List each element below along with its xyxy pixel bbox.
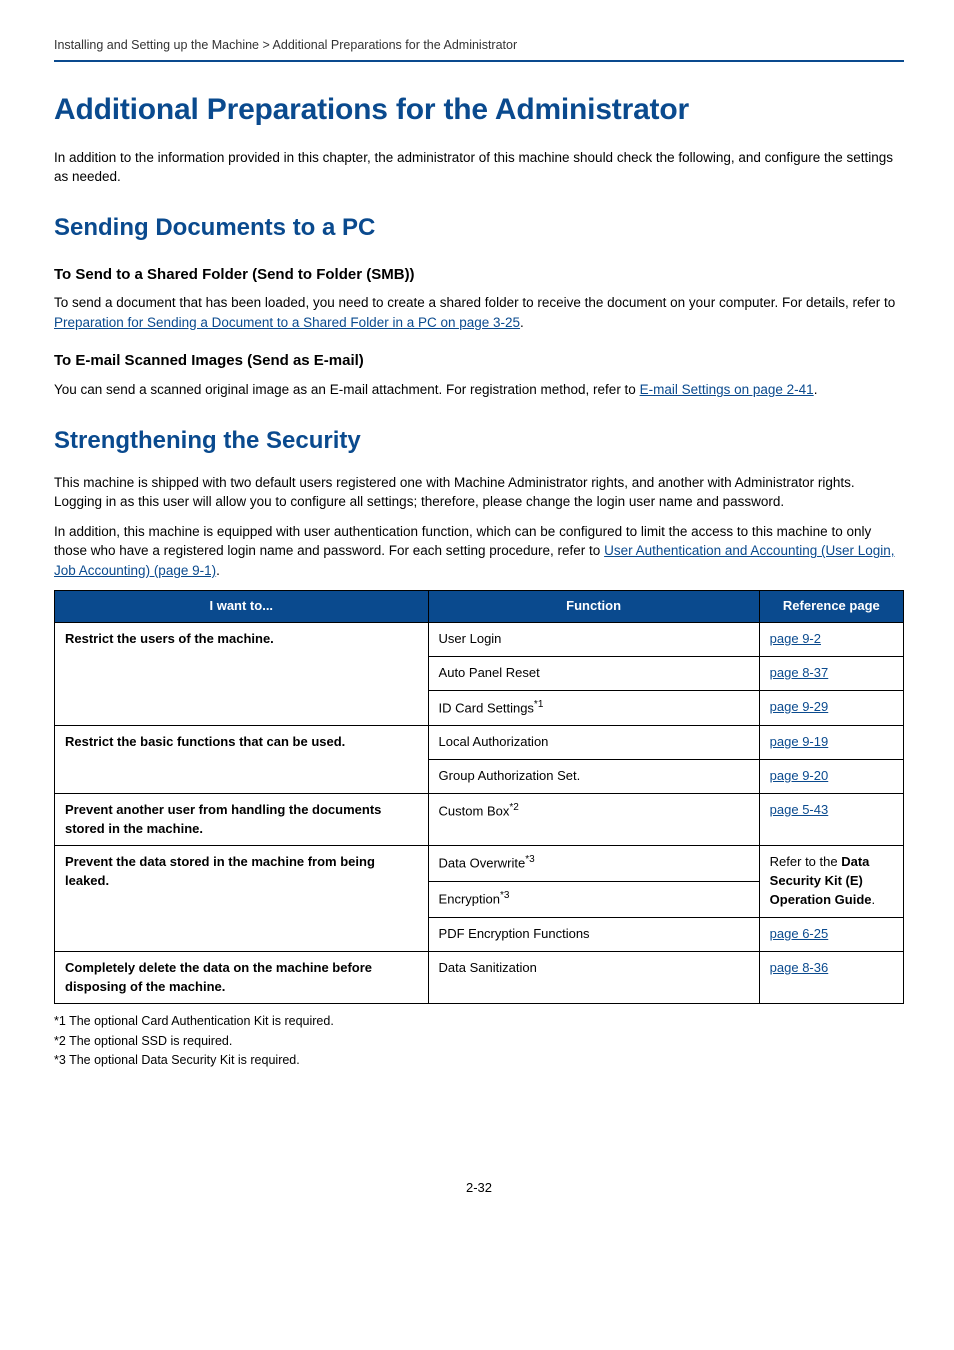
footnote-2: *2 The optional SSD is required. [54, 1032, 904, 1050]
footnote-ref: *1 [534, 699, 543, 710]
para-smb-post: . [520, 315, 524, 330]
cell-want: Restrict the basic functions that can be… [55, 726, 429, 794]
security-para2: In addition, this machine is equipped wi… [54, 522, 904, 581]
footnote-3: *3 The optional Data Security Kit is req… [54, 1051, 904, 1069]
cell-fn: PDF Encryption Functions [428, 917, 759, 951]
cell-ref: page 6-25 [759, 917, 903, 951]
cell-ref: page 8-36 [759, 951, 903, 1004]
link-email-settings[interactable]: E-mail Settings on page 2-41 [640, 382, 814, 397]
para-email-pre: You can send a scanned original image as… [54, 382, 640, 397]
th-ref: Reference page [759, 591, 903, 623]
table-row: Prevent another user from handling the d… [55, 793, 904, 846]
subhead-smb: To Send to a Shared Folder (Send to Fold… [54, 264, 904, 286]
link-ref[interactable]: page 6-25 [770, 926, 829, 941]
page-container: Installing and Setting up the Machine > … [0, 0, 954, 1238]
footnotes: *1 The optional Card Authentication Kit … [54, 1012, 904, 1068]
ref-text: Refer to the [770, 854, 842, 869]
page-number: 2-32 [54, 1179, 904, 1198]
table-row: Restrict the basic functions that can be… [55, 726, 904, 760]
link-ref[interactable]: page 5-43 [770, 802, 829, 817]
footnote-1: *1 The optional Card Authentication Kit … [54, 1012, 904, 1030]
cell-fn: Custom Box*2 [428, 793, 759, 846]
link-ref[interactable]: page 9-2 [770, 631, 821, 646]
link-ref[interactable]: page 8-36 [770, 960, 829, 975]
table-row: Prevent the data stored in the machine f… [55, 846, 904, 882]
cell-fn: Data Overwrite*3 [428, 846, 759, 882]
intro-paragraph: In addition to the information provided … [54, 148, 904, 187]
para-smb: To send a document that has been loaded,… [54, 293, 904, 332]
footnote-ref: *3 [525, 854, 534, 865]
footnote-ref: *2 [509, 802, 518, 813]
table-row: Restrict the users of the machine. User … [55, 623, 904, 657]
cell-ref: page 9-29 [759, 690, 903, 725]
footnote-ref: *3 [500, 890, 509, 901]
cell-want: Restrict the users of the machine. [55, 623, 429, 726]
link-ref[interactable]: page 9-29 [770, 699, 829, 714]
cell-want: Completely delete the data on the machin… [55, 951, 429, 1004]
th-want: I want to... [55, 591, 429, 623]
cell-ref: page 9-2 [759, 623, 903, 657]
fn-text: Data Overwrite [439, 856, 526, 871]
cell-ref: page 9-20 [759, 759, 903, 793]
cell-want: Prevent another user from handling the d… [55, 793, 429, 846]
security-table: I want to... Function Reference page Res… [54, 590, 904, 1004]
cell-fn: Local Authorization [428, 726, 759, 760]
link-ref[interactable]: page 9-20 [770, 768, 829, 783]
para-email-post: . [814, 382, 818, 397]
cell-fn: Group Authorization Set. [428, 759, 759, 793]
th-function: Function [428, 591, 759, 623]
cell-fn: Data Sanitization [428, 951, 759, 1004]
fn-text: Encryption [439, 892, 500, 907]
table-row: Completely delete the data on the machin… [55, 951, 904, 1004]
cell-fn: User Login [428, 623, 759, 657]
cell-fn: Encryption*3 [428, 882, 759, 918]
link-smb-prep[interactable]: Preparation for Sending a Document to a … [54, 315, 520, 330]
cell-want: Prevent the data stored in the machine f… [55, 846, 429, 951]
link-ref[interactable]: page 9-19 [770, 734, 829, 749]
breadcrumb: Installing and Setting up the Machine > … [54, 36, 904, 54]
table-header-row: I want to... Function Reference page [55, 591, 904, 623]
security-para2-post: . [216, 563, 220, 578]
fn-text: Custom Box [439, 803, 510, 818]
cell-ref: page 8-37 [759, 657, 903, 691]
para-email: You can send a scanned original image as… [54, 380, 904, 400]
section-security-title: Strengthening the Security [54, 424, 904, 459]
security-para1: This machine is shipped with two default… [54, 473, 904, 512]
fn-text: ID Card Settings [439, 700, 534, 715]
link-ref[interactable]: page 8-37 [770, 665, 829, 680]
cell-fn: Auto Panel Reset [428, 657, 759, 691]
para-smb-pre: To send a document that has been loaded,… [54, 295, 895, 310]
cell-fn: ID Card Settings*1 [428, 690, 759, 725]
section-sending-title: Sending Documents to a PC [54, 211, 904, 246]
subhead-email: To E-mail Scanned Images (Send as E-mail… [54, 350, 904, 372]
cell-ref: page 9-19 [759, 726, 903, 760]
header-rule [54, 60, 904, 62]
cell-ref: Refer to the Data Security Kit (E) Opera… [759, 846, 903, 918]
page-title: Additional Preparations for the Administ… [54, 88, 904, 132]
ref-text: . [872, 892, 876, 907]
cell-ref: page 5-43 [759, 793, 903, 846]
